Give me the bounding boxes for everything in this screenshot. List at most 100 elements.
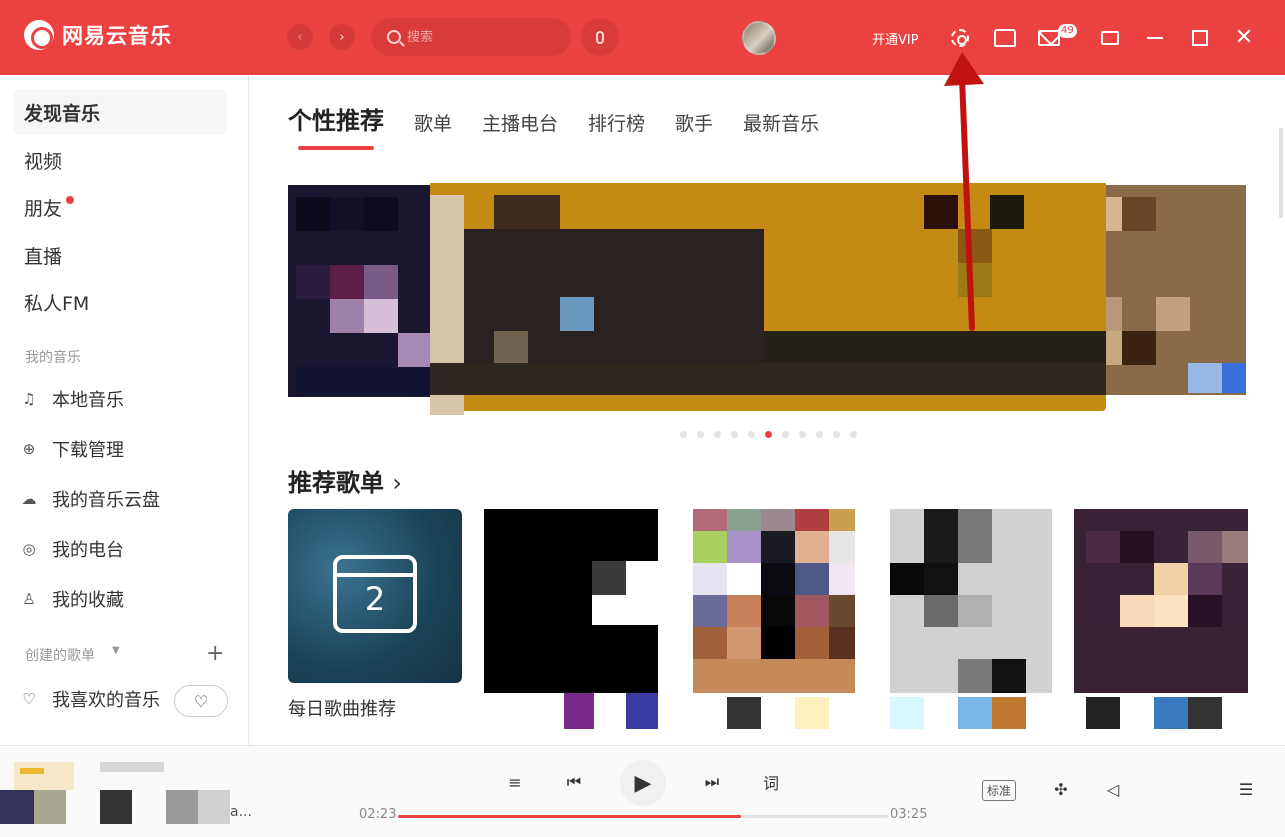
collection-icon: ♙ <box>22 590 36 608</box>
daily-date-number: 2 <box>364 580 386 618</box>
song-title[interactable]: a... <box>230 804 252 820</box>
banner-dot[interactable] <box>799 431 806 438</box>
play-icon: ▶ <box>634 770 652 796</box>
progress-bar[interactable] <box>398 815 888 818</box>
minimize-icon <box>1147 37 1163 39</box>
banner-dot[interactable] <box>765 431 772 438</box>
close-button[interactable]: ✕ <box>1232 26 1256 50</box>
banner-left-image[interactable] <box>288 185 448 397</box>
sidebar-item-cloud[interactable]: ☁ 我的音乐云盘 <box>20 483 240 515</box>
sidebar-item-local-music[interactable]: ♫ 本地音乐 <box>20 383 240 415</box>
cloud-icon: ☁ <box>21 490 37 508</box>
banner-dot[interactable] <box>833 431 840 438</box>
vip-link[interactable]: 开通VIP <box>872 29 919 48</box>
daily-recommend-label[interactable]: 每日歌曲推荐 <box>288 695 396 721</box>
sidebar-item-downloads[interactable]: ⊕ 下载管理 <box>20 433 240 465</box>
heart-icon: ♡ <box>22 690 36 708</box>
volume-icon: ◁ <box>1106 779 1120 799</box>
sidebar-item-label: 我的电台 <box>52 540 124 561</box>
sidebar-item-label: 私人FM <box>24 292 90 315</box>
banner-dot[interactable] <box>697 431 704 438</box>
previous-button[interactable]: ⏮ <box>562 770 586 794</box>
sound-effect-button[interactable]: ✣ <box>1048 776 1074 802</box>
microphone-icon <box>596 30 604 44</box>
list-loop-icon: ≡ <box>508 772 522 792</box>
tab-new-music[interactable]: 最新音乐 <box>743 109 819 136</box>
lyrics-label: 词 <box>762 774 779 793</box>
sidebar-item-label: 我的收藏 <box>52 590 124 611</box>
banner-dot[interactable] <box>680 431 687 438</box>
playlist-card[interactable] <box>878 509 1052 729</box>
app-logo[interactable]: 网易云音乐 <box>24 20 172 50</box>
heartbeat-mode-button[interactable]: ♡ <box>174 685 228 717</box>
banner-dot[interactable] <box>748 431 755 438</box>
settings-button[interactable] <box>948 26 972 50</box>
search-input[interactable] <box>407 29 557 45</box>
playlist-card[interactable] <box>1074 509 1248 729</box>
playlist-mode-button[interactable]: ≡ <box>503 770 527 794</box>
main-content: 个性推荐 歌单 主播电台 排行榜 歌手 最新音乐 推荐歌单 › 2 每日歌曲推荐 <box>250 75 1285 745</box>
sidebar-item-collection[interactable]: ♙ 我的收藏 <box>20 583 240 615</box>
user-avatar[interactable] <box>742 21 776 55</box>
playlist-card[interactable] <box>484 509 658 729</box>
sidebar-item-friends[interactable]: 朋友 <box>14 185 227 229</box>
tab-radio[interactable]: 主播电台 <box>482 109 558 136</box>
current-time: 02:23 <box>359 807 397 822</box>
back-button[interactable]: ‹ <box>287 24 313 50</box>
daily-recommend-card[interactable]: 2 <box>288 509 462 683</box>
mini-mode-button[interactable] <box>1098 26 1122 50</box>
caret-down-icon[interactable]: ▼ <box>112 645 120 656</box>
playlist-button[interactable]: ☰ <box>1233 776 1259 802</box>
mail-icon <box>1038 30 1060 46</box>
title-bar: 网易云音乐 ‹ › 开通VIP 49 ✕ <box>0 0 1285 75</box>
banner-dot[interactable] <box>714 431 721 438</box>
banner-dot[interactable] <box>731 431 738 438</box>
radio-icon: ◎ <box>22 540 36 558</box>
banner-pagination <box>680 431 857 438</box>
quality-button[interactable]: 标准 <box>982 780 1017 801</box>
maximize-button[interactable] <box>1188 26 1212 50</box>
next-button[interactable]: ⏭ <box>700 770 724 794</box>
sidebar-item-label: 我的音乐云盘 <box>52 490 160 511</box>
sidebar-item-my-radio[interactable]: ◎ 我的电台 <box>20 533 240 565</box>
created-playlists-label[interactable]: 创建的歌单 <box>25 645 95 665</box>
sidebar-item-discover[interactable]: 发现音乐 <box>14 90 227 134</box>
lyrics-button[interactable]: 词 <box>759 770 783 794</box>
banner-right-image[interactable] <box>1088 185 1246 395</box>
voice-search-button[interactable] <box>581 18 619 56</box>
tab-artists[interactable]: 歌手 <box>675 109 713 136</box>
search-box[interactable] <box>371 18 571 56</box>
my-music-section-label: 我的音乐 <box>25 350 81 366</box>
banner-dot[interactable] <box>850 431 857 438</box>
sidebar-item-video[interactable]: 视频 <box>14 138 227 182</box>
banner-carousel[interactable] <box>288 183 1248 431</box>
banner-dot[interactable] <box>816 431 823 438</box>
app-name: 网易云音乐 <box>62 24 172 48</box>
banner-center-image[interactable] <box>430 183 1106 415</box>
sidebar-item-private-fm[interactable]: 私人FM <box>14 280 227 324</box>
sidebar-item-live[interactable]: 直播 <box>14 233 227 277</box>
player-bar: a... ≡ ⏮ ▶ ⏭ 词 02:23 03:25 标准 ✣ ◁ ☰ <box>0 745 1285 837</box>
main-scrollbar[interactable] <box>1279 128 1283 218</box>
notification-dot <box>66 196 75 204</box>
banner-dot[interactable] <box>782 431 789 438</box>
skin-button[interactable] <box>993 26 1017 50</box>
forward-button[interactable]: › <box>329 24 355 50</box>
download-icon: ⊕ <box>22 440 36 458</box>
total-time: 03:25 <box>890 807 928 822</box>
sidebar-item-label: 本地音乐 <box>52 390 124 411</box>
volume-button[interactable]: ◁ <box>1100 776 1126 802</box>
play-button[interactable]: ▶ <box>620 760 666 806</box>
minimize-button[interactable] <box>1143 26 1167 50</box>
next-icon: ⏭ <box>704 772 720 791</box>
playlist-icon: ☰ <box>1238 779 1254 799</box>
recommended-playlists-header[interactable]: 推荐歌单 › <box>288 463 402 498</box>
tab-charts[interactable]: 排行榜 <box>588 109 645 136</box>
playlist-card[interactable] <box>681 509 855 729</box>
sound-effect-icon: ✣ <box>1054 779 1068 799</box>
add-playlist-icon[interactable]: + <box>206 641 224 666</box>
tab-personal-recommend[interactable]: 个性推荐 <box>288 101 384 150</box>
tab-playlists[interactable]: 歌单 <box>414 109 452 136</box>
search-icon <box>387 30 401 44</box>
now-playing-cover[interactable] <box>0 762 240 826</box>
